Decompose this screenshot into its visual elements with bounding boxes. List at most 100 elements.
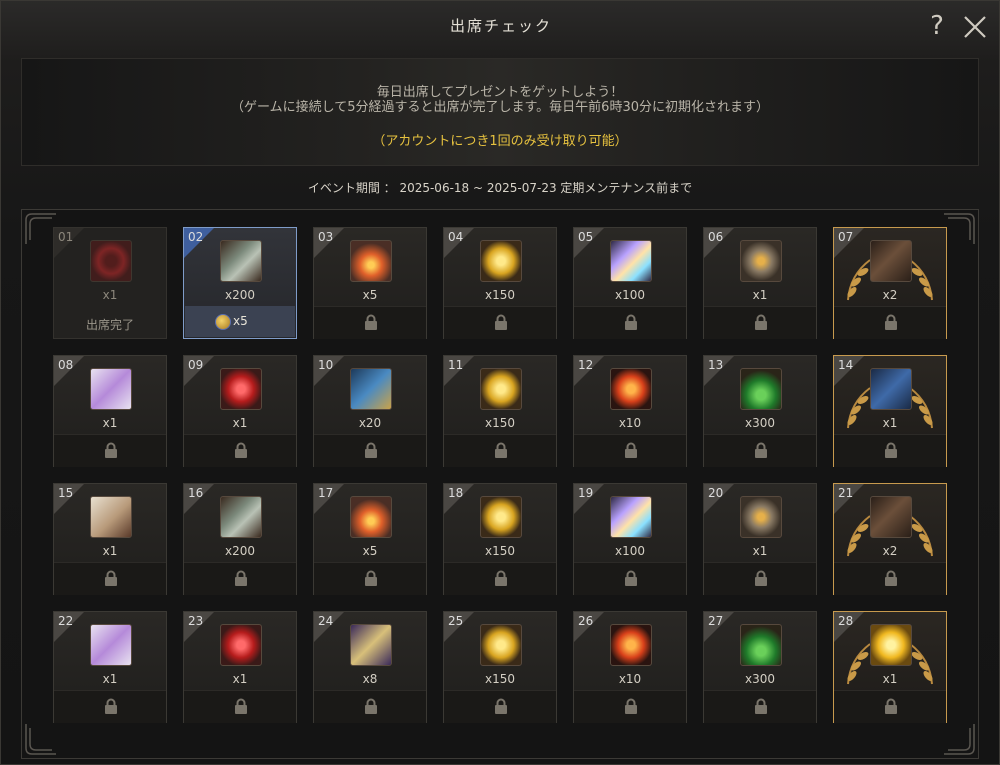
reward-cell-day-05[interactable]: 05 x100 — [573, 227, 687, 339]
reward-cell-day-08[interactable]: 08 x1 — [53, 355, 167, 467]
reward-cell-day-12[interactable]: 12 x10 — [573, 355, 687, 467]
day-number: 21 — [838, 486, 854, 500]
green-potion-icon — [740, 624, 782, 666]
crystal-shard-icon — [610, 240, 652, 282]
reward-cell-day-18[interactable]: 18 x150 — [443, 483, 557, 595]
reward-cell-day-26[interactable]: 26 x10 — [573, 611, 687, 723]
reward-cell-day-19[interactable]: 19 x100 — [573, 483, 687, 595]
fire-orb-icon — [610, 624, 652, 666]
reward-cell-day-14[interactable]: 14 x1 — [833, 355, 947, 467]
attendance-status: 出席完了 — [85, 318, 134, 332]
reward-cell-day-13[interactable]: 13 x300 — [703, 355, 817, 467]
day-number: 25 — [448, 614, 464, 628]
red-wreath-icon — [90, 240, 132, 282]
reward-cell-day-20[interactable]: 20 x1 — [703, 483, 817, 595]
help-icon[interactable]: ? — [925, 11, 949, 41]
crystal-shard-icon — [610, 496, 652, 538]
reward-cell-day-24[interactable]: 24 x8 — [313, 611, 427, 723]
corner-ornament-icon — [944, 724, 975, 755]
lock-icon — [754, 698, 768, 714]
fire-stone-icon — [350, 240, 392, 282]
reward-quantity: x2 — [882, 544, 898, 558]
reward-cell-day-16[interactable]: 16 x200 — [183, 483, 297, 595]
reward-cell-day-21[interactable]: 21 x2 — [833, 483, 947, 595]
heart-medal-icon — [740, 496, 782, 538]
lock-icon — [104, 442, 118, 458]
gold-coin-icon — [480, 496, 522, 538]
reward-quantity: x200 — [224, 544, 255, 558]
scroll-icon — [220, 240, 262, 282]
reward-cell-day-02[interactable]: 02 x200 x5 — [183, 227, 297, 339]
reward-cell-day-01[interactable]: 01 x1 出席完了 — [53, 227, 167, 339]
red-heart-icon — [220, 624, 262, 666]
day-number: 14 — [838, 358, 854, 372]
reward-cell-day-22[interactable]: 22 x1 — [53, 611, 167, 723]
day-number: 12 — [578, 358, 594, 372]
blue-card-icon — [870, 368, 912, 410]
lock-icon — [884, 442, 898, 458]
reward-cell-day-07[interactable]: 07 x2 — [833, 227, 947, 339]
lock-icon — [754, 442, 768, 458]
reward-quantity: x200 — [224, 288, 255, 302]
day-number: 19 — [578, 486, 594, 500]
reward-quantity: x100 — [614, 288, 645, 302]
lock-icon — [234, 698, 248, 714]
day-number: 06 — [708, 230, 724, 244]
card-pack-icon — [870, 496, 912, 538]
day-number: 08 — [58, 358, 74, 372]
reward-quantity: x1 — [752, 288, 768, 302]
reward-grid: 01 x1 出席完了 02 x200 x5 03 x5 04 x150 05 x100 06 x1 07 x2… — [53, 227, 953, 727]
day-number: 03 — [318, 230, 334, 244]
reward-quantity: x5 — [362, 544, 378, 558]
reward-cell-day-28[interactable]: 28 x1 — [833, 611, 947, 723]
reward-cell-day-15[interactable]: 15 x1 — [53, 483, 167, 595]
reward-cell-day-10[interactable]: 10 x20 — [313, 355, 427, 467]
day-number: 18 — [448, 486, 464, 500]
lock-icon — [364, 698, 378, 714]
rune-stone-icon — [350, 624, 392, 666]
lock-icon — [884, 698, 898, 714]
reward-cell-day-04[interactable]: 04 x150 — [443, 227, 557, 339]
reward-cell-day-25[interactable]: 25 x150 — [443, 611, 557, 723]
reward-cell-day-09[interactable]: 09 x1 — [183, 355, 297, 467]
lock-icon — [494, 442, 508, 458]
day-number: 10 — [318, 358, 334, 372]
gold-coin-icon — [480, 368, 522, 410]
day-number: 24 — [318, 614, 334, 628]
lock-icon — [884, 570, 898, 586]
lock-icon — [494, 570, 508, 586]
bonus-quantity: x5 — [233, 314, 248, 328]
reward-cell-day-17[interactable]: 17 x5 — [313, 483, 427, 595]
reward-cell-day-23[interactable]: 23 x1 — [183, 611, 297, 723]
day-number: 09 — [188, 358, 204, 372]
golden-orb-icon — [870, 624, 912, 666]
lock-icon — [624, 698, 638, 714]
fire-stone-icon — [350, 496, 392, 538]
lock-icon — [364, 314, 378, 330]
reward-quantity: x10 — [618, 672, 642, 686]
reward-cell-day-03[interactable]: 03 x5 — [313, 227, 427, 339]
day-number: 16 — [188, 486, 204, 500]
attendance-window: 出席チェック ? 毎日出席してプレゼントをゲットしよう！ （ゲームに接続して5分… — [0, 0, 1000, 765]
lock-icon — [754, 314, 768, 330]
bonus-coin-icon — [215, 314, 231, 330]
reward-quantity: x1 — [102, 288, 118, 302]
lock-icon — [104, 570, 118, 586]
reward-cell-day-27[interactable]: 27 x300 — [703, 611, 817, 723]
reward-quantity: x10 — [618, 416, 642, 430]
green-potion-icon — [740, 368, 782, 410]
reward-quantity: x2 — [882, 288, 898, 302]
fire-orb-icon — [610, 368, 652, 410]
reward-quantity: x150 — [484, 288, 515, 302]
reward-cell-day-06[interactable]: 06 x1 — [703, 227, 817, 339]
lock-icon — [494, 698, 508, 714]
close-icon[interactable] — [961, 13, 989, 41]
day-number: 05 — [578, 230, 594, 244]
reward-quantity: x150 — [484, 672, 515, 686]
reward-quantity: x1 — [882, 416, 898, 430]
day-number: 02 — [188, 230, 204, 244]
day-number: 11 — [448, 358, 464, 372]
reward-cell-day-11[interactable]: 11 x150 — [443, 355, 557, 467]
day-number: 17 — [318, 486, 334, 500]
lock-icon — [234, 442, 248, 458]
